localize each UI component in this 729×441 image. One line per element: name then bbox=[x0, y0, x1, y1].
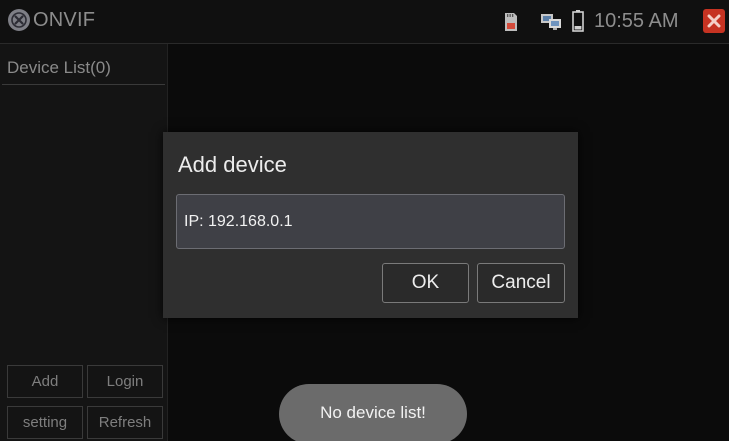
battery-icon bbox=[572, 10, 584, 37]
login-button[interactable]: Login bbox=[87, 365, 163, 398]
onvif-logo-icon bbox=[8, 9, 30, 31]
device-list-title: Device List(0) bbox=[7, 58, 111, 77]
ok-button[interactable]: OK bbox=[382, 263, 469, 303]
top-bar: ONVIF 10:55 AM bbox=[0, 0, 729, 44]
add-button[interactable]: Add bbox=[7, 365, 83, 398]
add-device-dialog: Add device IP: 192.168.0.1 OK Cancel bbox=[163, 132, 578, 318]
setting-button[interactable]: setting bbox=[7, 406, 83, 439]
network-icon bbox=[539, 13, 563, 36]
ip-input[interactable]: IP: 192.168.0.1 bbox=[176, 194, 565, 249]
clock: 10:55 AM bbox=[594, 10, 679, 32]
device-list-panel: Device List(0) Add Login setting Refresh bbox=[0, 44, 168, 441]
onvif-screen: ONVIF 10:55 AM Device List(0) Add Login … bbox=[0, 0, 729, 441]
cancel-button[interactable]: Cancel bbox=[477, 263, 565, 303]
refresh-button[interactable]: Refresh bbox=[87, 406, 163, 439]
app-title: ONVIF bbox=[33, 9, 96, 31]
close-icon[interactable] bbox=[703, 9, 725, 33]
divider bbox=[2, 84, 165, 85]
sd-card-icon bbox=[504, 12, 518, 37]
dialog-title: Add device bbox=[178, 152, 287, 177]
toast-message: No device list! bbox=[279, 384, 467, 441]
